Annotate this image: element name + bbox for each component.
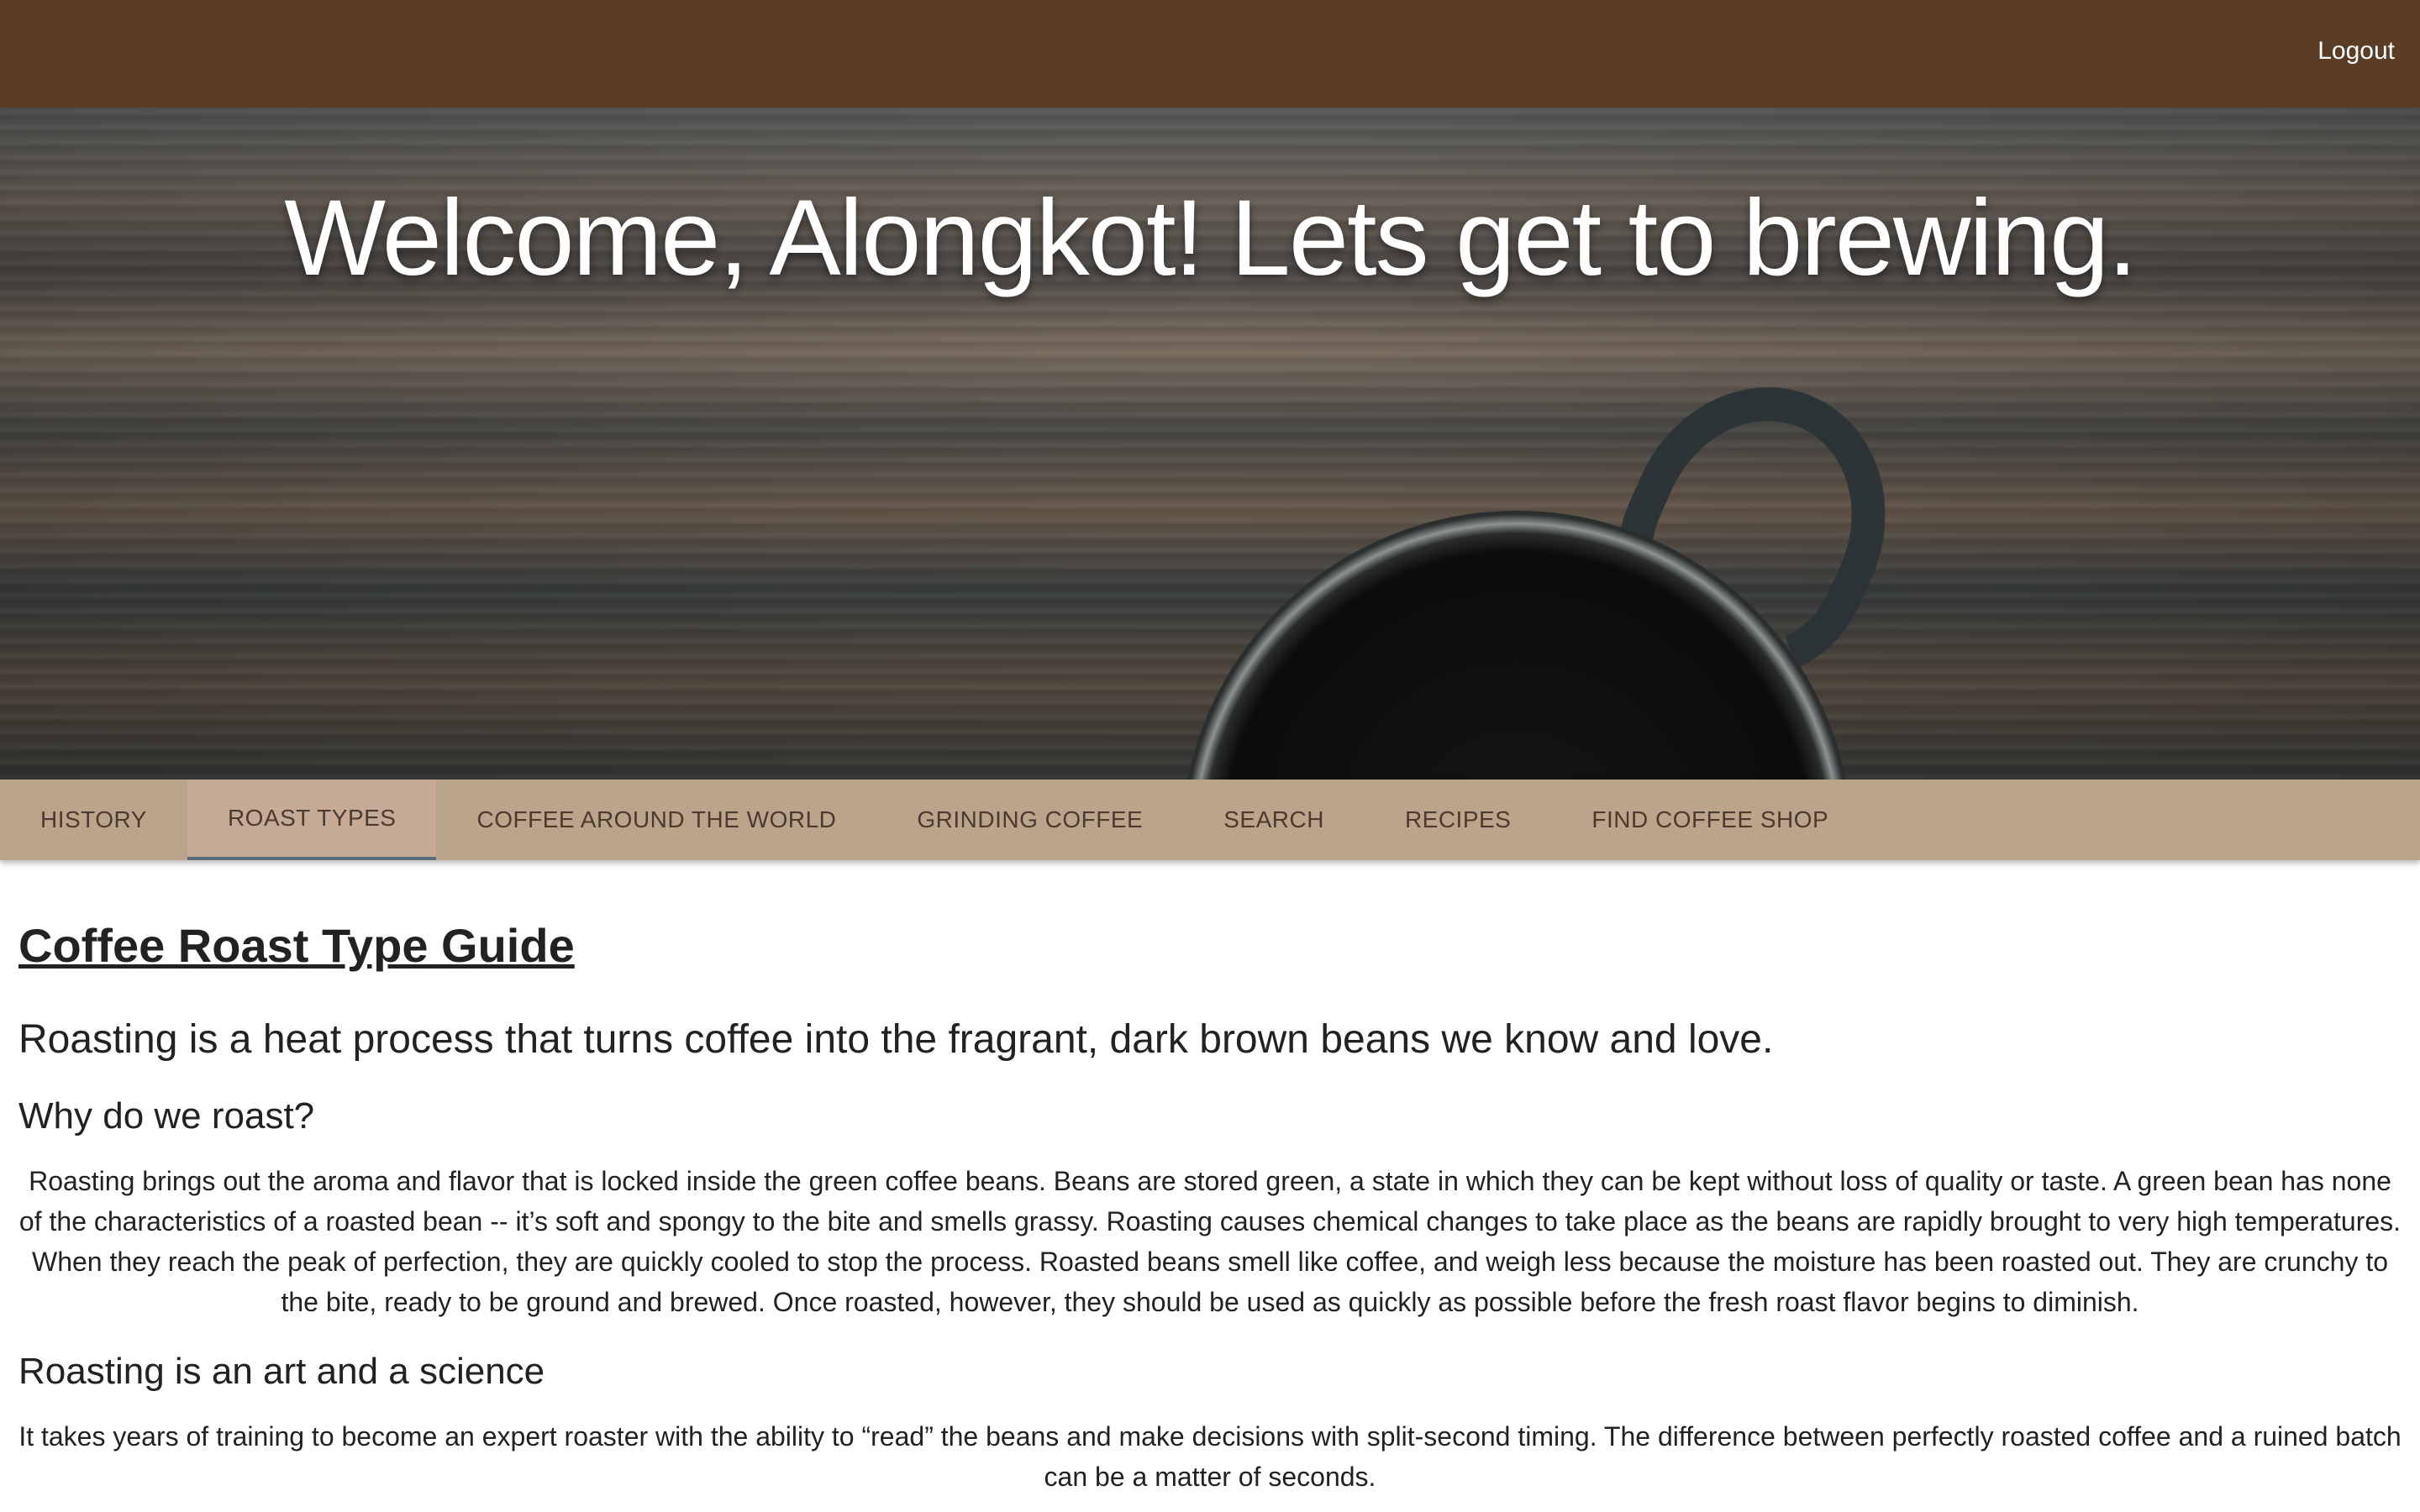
lead-text: Roasting is a heat process that turns co… <box>18 1017 1774 1062</box>
page-title: Coffee Roast Type Guide <box>18 919 575 972</box>
tab-grinding-coffee[interactable]: GRINDING COFFEE <box>876 780 1183 860</box>
section-heading-why-roast: Why do we roast? <box>18 1095 315 1137</box>
tab-search[interactable]: SEARCH <box>1183 780 1365 860</box>
section-text-art-science: It takes years of training to become an … <box>18 1421 2402 1492</box>
tab-history[interactable]: HISTORY <box>0 780 187 860</box>
main-nav: HISTORY ROAST TYPES COFFEE AROUND THE WO… <box>0 780 2420 860</box>
tab-coffee-around-the-world[interactable]: COFFEE AROUND THE WORLD <box>436 780 876 860</box>
logout-link[interactable]: Logout <box>2317 37 2395 66</box>
tab-recipes[interactable]: RECIPES <box>1365 780 1551 860</box>
section-text-why-roast: Roasting brings out the aroma and flavor… <box>18 1166 2402 1317</box>
tab-roast-types[interactable]: ROAST TYPES <box>187 780 437 860</box>
hero-banner: Welcome, Alongkot! Lets get to brewing. <box>0 108 2420 780</box>
top-bar: Logout <box>0 0 2420 108</box>
section-heading-art-science: Roasting is an art and a science <box>18 1351 545 1392</box>
hero-title: Welcome, Alongkot! Lets get to brewing. <box>284 178 2138 298</box>
tab-find-coffee-shop[interactable]: FIND COFFEE SHOP <box>1551 780 1869 860</box>
main-content: Coffee Roast Type Guide Roasting is a he… <box>18 916 2402 1497</box>
